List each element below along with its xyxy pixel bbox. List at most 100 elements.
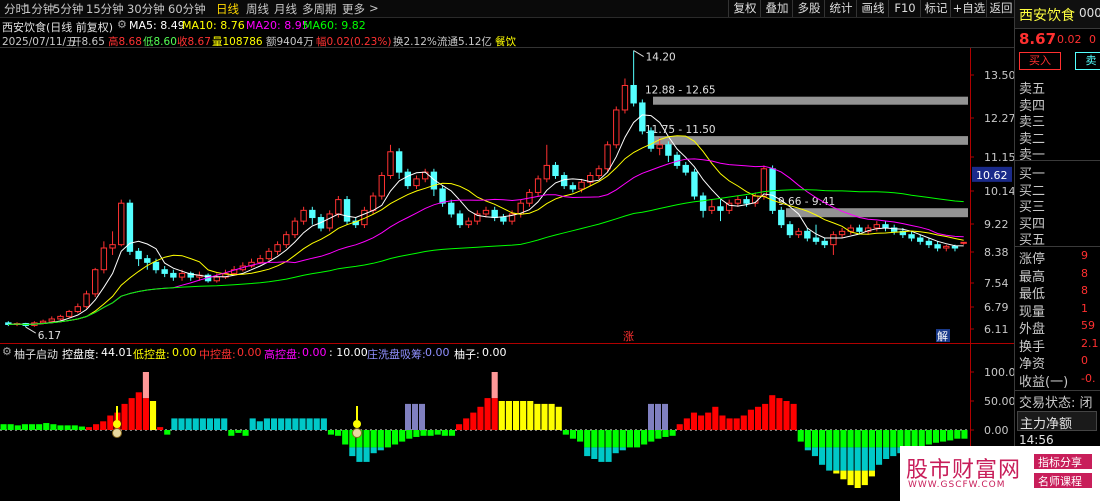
candle-body [578, 181, 585, 190]
indicator-bar-neg [840, 470, 847, 480]
indicator-bar-neg [847, 470, 854, 486]
indicator-bar-neg [918, 430, 925, 447]
ind-tick-label: 50.00 [984, 395, 1014, 408]
indicator-bar-neg [598, 447, 605, 462]
indicator-bar-neg [797, 430, 804, 442]
candle-body [960, 241, 967, 244]
low-price-label: 6.17 [38, 330, 61, 342]
candle-body [821, 240, 828, 246]
indicator-bar [128, 398, 135, 430]
watermark-tag1-text: 指标分享 [1038, 456, 1082, 469]
indicator-bar [299, 418, 306, 430]
indicator-bar [157, 427, 164, 430]
indicator-bar-neg [591, 447, 598, 459]
high-pointer [633, 50, 644, 57]
candle-body [595, 168, 603, 177]
indicator-bar [21, 424, 28, 430]
indicator-bar [278, 418, 285, 430]
indicator-bar [712, 406, 719, 430]
candle-body [100, 247, 108, 271]
indicator-bar [36, 424, 43, 430]
indicator-bar [683, 418, 690, 430]
indicator-bar [456, 424, 463, 430]
kline-chart[interactable]: 13.50 12.27 11.15 10.14 9.22 8.38 7.54 6.79 6.11… [0, 0, 1014, 501]
ma20-line [8, 158, 964, 326]
indicator-bar-neg [911, 430, 918, 448]
indicator-bar [121, 403, 128, 430]
resistance-zone-2 [653, 136, 968, 145]
indicator-bar [171, 418, 178, 430]
candle-body [630, 84, 637, 104]
candle-body [74, 306, 82, 313]
indicator-bar-neg [448, 430, 456, 436]
indicator-bar-neg [342, 430, 349, 445]
candle-body [39, 320, 47, 324]
indicator-bar [14, 425, 21, 430]
indicator-bar-neg [875, 430, 883, 448]
indicator-bar-neg [904, 430, 911, 448]
sell-button[interactable]: 卖 [1075, 52, 1100, 70]
indicator-bar-neg [890, 430, 897, 448]
indicator-bar [100, 421, 107, 430]
indicator-bar [733, 418, 740, 430]
candle-body [708, 206, 715, 211]
indicator-bar [477, 406, 484, 430]
signal-dot [353, 420, 361, 428]
candle-body [335, 199, 342, 215]
candle-body [300, 209, 307, 222]
indicator-bar [498, 401, 505, 430]
indicator-bar-neg [854, 430, 861, 448]
indicator-bar [249, 418, 256, 430]
candle-body [604, 144, 611, 170]
indicator-bar-neg [811, 430, 819, 448]
ma5-line [8, 114, 964, 326]
watermark-url: WWW.GSCFW.COM [908, 480, 1006, 490]
indicator-bar-neg [890, 447, 897, 457]
indicator-bar [541, 403, 548, 430]
candle-body [682, 164, 689, 173]
candle-body [213, 276, 220, 282]
indicator-bar-neg [399, 430, 406, 442]
indicator-bar [320, 418, 327, 430]
indicator-bar-neg [811, 447, 819, 457]
indicator-bar [199, 418, 206, 430]
candle-body [830, 234, 837, 246]
indicator-bar [740, 415, 747, 430]
indicator-bar-neg [961, 430, 968, 439]
indicator-bar [754, 406, 762, 430]
watermark-tag1: 指标分享 [1034, 454, 1092, 469]
indicator-bar [705, 412, 712, 430]
indicator-bar [783, 401, 790, 430]
high-price-label: 14.20 [646, 52, 676, 64]
indicator-bar-neg [804, 430, 811, 448]
indicator-bar-neg [875, 447, 883, 465]
watermark-tag2-text: 名师课程 [1038, 475, 1082, 488]
candle-body [404, 171, 412, 187]
indicator-bar [484, 398, 491, 430]
ma10-line [8, 135, 964, 326]
indicator-bar-neg [626, 430, 633, 448]
resistance-zone-1 [653, 96, 968, 105]
candles-group [5, 50, 967, 328]
sell-button-label: 卖 [1085, 54, 1097, 67]
indicator-bar-neg [235, 430, 242, 433]
indicator-bar-neg [427, 430, 434, 436]
indicator-bar [676, 424, 683, 430]
indicator-bar [0, 424, 7, 430]
candle-body [769, 168, 776, 211]
candle-body [500, 217, 507, 222]
indicator-bar-neg [164, 430, 171, 435]
indicator-bar [769, 395, 776, 430]
candle-body [161, 269, 168, 274]
stat-label-0: 涨停 [1019, 252, 1046, 267]
order-divider-2 [1015, 246, 1100, 247]
indicator-bar-neg [335, 430, 342, 436]
candle-body [778, 209, 785, 226]
indicator-bar-neg [377, 447, 384, 451]
candle-body [265, 250, 273, 260]
indicator-bar [50, 424, 57, 430]
buy-button[interactable]: 买入 [1019, 52, 1061, 70]
main-net-tab[interactable]: 主力净额 [1017, 411, 1097, 432]
indicator-bar-neg [662, 430, 669, 437]
candle-body [274, 244, 281, 252]
